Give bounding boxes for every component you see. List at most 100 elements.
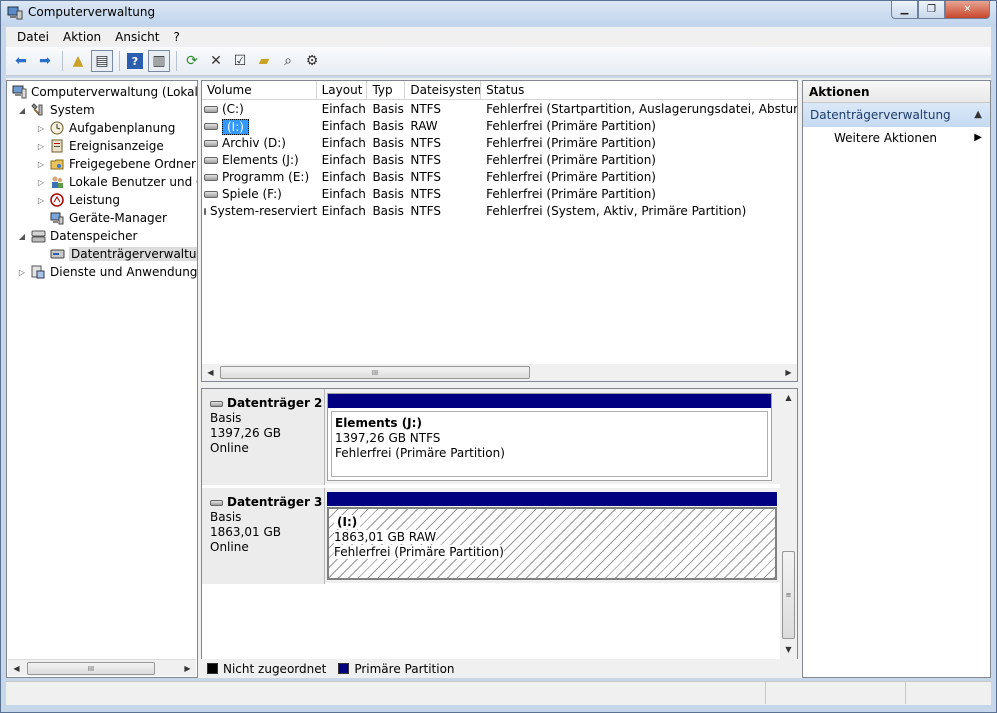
- tree-item-aufgabenplanung[interactable]: ▷ Aufgabenplanung: [36, 119, 175, 137]
- scroll-thumb[interactable]: III: [27, 662, 155, 675]
- disk-row[interactable]: Datenträger 2 Basis 1397,26 GB Online El…: [202, 389, 782, 485]
- collapsed-arrow-icon[interactable]: ▷: [17, 268, 27, 277]
- restore-icon: ❐: [927, 4, 936, 15]
- disk-management-icon: [49, 246, 65, 262]
- actions-title: Aktionen: [803, 81, 990, 103]
- forward-button[interactable]: ➡: [34, 50, 56, 72]
- refresh-button[interactable]: ⟳: [181, 50, 203, 72]
- scroll-thumb[interactable]: ≡: [782, 551, 795, 639]
- users-icon: [49, 174, 65, 190]
- table-row[interactable]: Archiv (D:) Einfach Basis NTFS Fehlerfrei (P…: [202, 135, 797, 152]
- partition-block-selected[interactable]: (I:) 1863,01 GB RAW Fehlerfrei (Primäre …: [327, 492, 777, 580]
- actions-section-header[interactable]: Datenträgerverwaltung ▲: [803, 103, 990, 127]
- up-button[interactable]: ▲: [67, 50, 89, 72]
- collapsed-arrow-icon[interactable]: ▷: [36, 160, 46, 169]
- menu-aktion[interactable]: Aktion: [56, 30, 108, 44]
- volume-list-horizontal-scrollbar[interactable]: ◀ III ▶: [202, 364, 797, 381]
- tree-item-datentraegerverwaltung[interactable]: Datenträgerverwaltung: [49, 245, 197, 263]
- table-row[interactable]: Elements (J:) Einfach Basis NTFS Fehlerfrei …: [202, 152, 797, 169]
- tree-item-freigegebene-ordner[interactable]: ▷ Freigegebene Ordner: [36, 155, 196, 173]
- tree-item-computerverwaltung[interactable]: Computerverwaltung (Lokal): [11, 83, 197, 101]
- partition-name: (I:): [334, 515, 361, 529]
- volume-name: (C:): [222, 102, 244, 116]
- maximize-button[interactable]: ❐: [918, 1, 945, 19]
- tree-item-system[interactable]: ◢ System: [17, 101, 95, 119]
- properties-button[interactable]: ☑: [229, 50, 251, 72]
- tree-horizontal-scrollbar[interactable]: ◀ III ▶: [8, 659, 196, 676]
- collapsed-arrow-icon[interactable]: ▷: [36, 142, 46, 151]
- column-header-volume[interactable]: Volume: [202, 81, 317, 100]
- search-button[interactable]: ⌕: [277, 50, 299, 72]
- drive-icon: [204, 123, 218, 130]
- partition-body[interactable]: Elements (J:) 1397,26 GB NTFS Fehlerfrei…: [331, 411, 768, 477]
- tree-item-geraete-manager[interactable]: Geräte-Manager: [49, 209, 167, 227]
- disk-state: Online: [210, 441, 249, 455]
- volume-cell: System-reserviert: [202, 203, 317, 220]
- table-cell: RAW: [410, 119, 438, 133]
- disk-graphical-view: Datenträger 2 Basis 1397,26 GB Online El…: [201, 388, 798, 678]
- table-row[interactable]: (C:) Einfach Basis NTFS Fehlerfrei (Startpar…: [202, 101, 797, 118]
- menu-help[interactable]: ?: [166, 30, 186, 44]
- collapsed-arrow-icon[interactable]: ▷: [36, 196, 46, 205]
- collapsed-arrow-icon[interactable]: ▷: [36, 178, 46, 187]
- column-header-status[interactable]: Status: [481, 81, 797, 100]
- scroll-right-icon[interactable]: ▶: [179, 660, 196, 677]
- collapse-arrow-icon[interactable]: ▲: [974, 103, 982, 127]
- partition-block[interactable]: Elements (J:) 1397,26 GB NTFS Fehlerfrei…: [327, 393, 772, 481]
- scroll-right-icon[interactable]: ▶: [780, 364, 797, 381]
- tree-item-leistung[interactable]: ▷ Leistung: [36, 191, 120, 209]
- table-cell: Basis: [372, 187, 404, 201]
- delete-button[interactable]: ✕: [205, 50, 227, 72]
- delete-icon: ✕: [210, 53, 222, 69]
- clock-icon: [49, 120, 65, 136]
- scroll-up-icon[interactable]: ▲: [780, 389, 797, 406]
- settings-icon: ⚙: [305, 53, 319, 69]
- tree-item-lokale-benutzer[interactable]: ▷ Lokale Benutzer und Gr: [36, 173, 197, 191]
- table-cell: Fehlerfrei (Primäre Partition): [486, 136, 656, 150]
- device-icon: [49, 210, 65, 226]
- expanded-arrow-icon[interactable]: ◢: [17, 106, 27, 115]
- disk-row[interactable]: Datenträger 3 Basis 1863,01 GB Online (I…: [202, 488, 782, 584]
- open-button[interactable]: ▰: [253, 50, 275, 72]
- show-tree-button[interactable]: ▤: [91, 50, 113, 72]
- table-cell: Einfach: [321, 153, 366, 167]
- tree-item-dienste[interactable]: ▷ Dienste und Anwendungen: [17, 263, 197, 281]
- tree-item-label: Freigegebene Ordner: [69, 157, 196, 171]
- scroll-down-icon[interactable]: ▼: [780, 641, 797, 658]
- tree-item-label: Aufgabenplanung: [69, 121, 176, 135]
- disk-view-vertical-scrollbar[interactable]: ▲ ≡ ▼: [780, 389, 797, 677]
- menu-datei[interactable]: Datei: [10, 30, 56, 44]
- disk-info-panel[interactable]: Datenträger 2 Basis 1397,26 GB Online: [202, 389, 325, 485]
- scroll-left-icon[interactable]: ◀: [202, 364, 219, 381]
- minimize-button[interactable]: ▁: [891, 1, 918, 19]
- back-button[interactable]: ⬅: [10, 50, 32, 72]
- expanded-arrow-icon[interactable]: ◢: [17, 232, 27, 241]
- storage-icon: [30, 228, 46, 244]
- table-row[interactable]: System-reserviert Einfach Basis NTFS Fehlerf…: [202, 203, 797, 220]
- partition-color-bar: [327, 492, 777, 506]
- collapsed-arrow-icon[interactable]: ▷: [36, 124, 46, 133]
- tree-item-label: Leistung: [69, 193, 120, 207]
- table-row[interactable]: Programm (E:) Einfach Basis NTFS Fehlerfrei …: [202, 169, 797, 186]
- table-row[interactable]: (I:) Einfach Basis RAW Fehlerfrei (Primäre P…: [202, 118, 797, 135]
- toolbar-separator: [62, 51, 63, 71]
- title-bar[interactable]: Computerverwaltung ▁ ❐ ✕: [1, 1, 996, 26]
- disk-info-panel[interactable]: Datenträger 3 Basis 1863,01 GB Online: [202, 488, 325, 584]
- more-actions-item[interactable]: Weitere Aktionen ▶: [803, 127, 990, 149]
- tree-item-datenspeicher[interactable]: ◢ Datenspeicher: [17, 227, 137, 245]
- performance-icon: [49, 192, 65, 208]
- settings-button[interactable]: ⚙: [301, 50, 323, 72]
- partition-body[interactable]: (I:) 1863,01 GB RAW Fehlerfrei (Primäre …: [327, 507, 777, 580]
- show-action-pane-button[interactable]: ▥: [148, 50, 170, 72]
- scroll-thumb[interactable]: III: [220, 366, 530, 379]
- help-button[interactable]: ?: [124, 50, 146, 72]
- tree-item-ereignisanzeige[interactable]: ▷ Ereignisanzeige: [36, 137, 164, 155]
- column-header-dateisystem[interactable]: Dateisystem: [405, 81, 482, 100]
- partition-name: Elements (J:): [335, 416, 422, 430]
- table-row[interactable]: Spiele (F:) Einfach Basis NTFS Fehlerfrei (P…: [202, 186, 797, 203]
- column-header-typ[interactable]: Typ: [367, 81, 406, 100]
- scroll-left-icon[interactable]: ◀: [8, 660, 25, 677]
- close-button[interactable]: ✕: [945, 1, 990, 19]
- column-header-layout[interactable]: Layout: [317, 81, 368, 100]
- menu-ansicht[interactable]: Ansicht: [108, 30, 166, 44]
